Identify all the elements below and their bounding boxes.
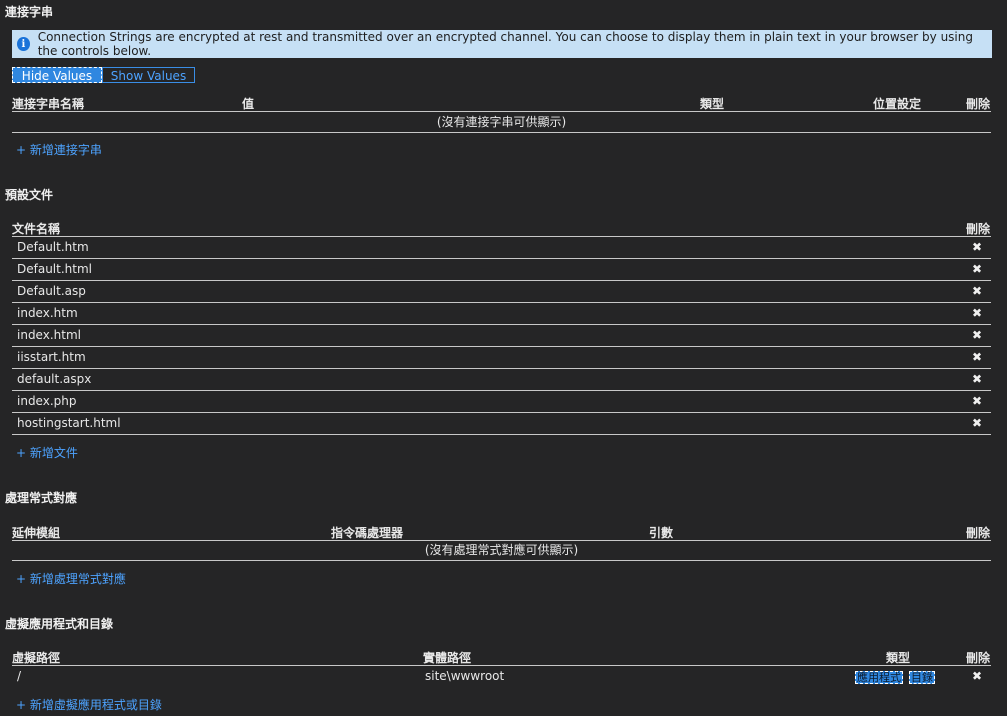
- col-delete: 刪除: [965, 97, 990, 111]
- handler-mappings-empty: (沒有處理常式對應可供顯示): [12, 540, 991, 561]
- table-row: Default.htm ✖: [12, 237, 991, 259]
- delete-icon[interactable]: ✖: [972, 666, 982, 686]
- document-name: iisstart.htm: [17, 350, 86, 364]
- table-row: index.html ✖: [12, 325, 991, 347]
- delete-icon[interactable]: ✖: [972, 281, 982, 302]
- virtual-path-value: /: [17, 669, 22, 683]
- table-row: hostingstart.html ✖: [12, 413, 991, 435]
- document-name: Default.asp: [17, 284, 86, 298]
- connection-strings-header: 連接字串名稱 值 類型 位置設定 刪除: [12, 95, 991, 112]
- table-row: Default.html ✖: [12, 259, 991, 281]
- col-script-processor: 指令碼處理器: [331, 526, 404, 540]
- col-slot-setting: 位置設定: [873, 97, 922, 111]
- document-name: Default.htm: [17, 240, 89, 254]
- default-documents-header: 文件名稱 刪除: [12, 220, 991, 237]
- delete-icon[interactable]: ✖: [972, 347, 982, 368]
- col-type: 類型: [700, 97, 725, 111]
- document-name: hostingstart.html: [17, 416, 121, 430]
- table-row: Default.asp ✖: [12, 281, 991, 303]
- delete-icon[interactable]: ✖: [972, 237, 982, 258]
- connection-strings-empty: (沒有連接字串可供顯示): [12, 112, 991, 133]
- delete-icon[interactable]: ✖: [972, 325, 982, 346]
- document-name: default.aspx: [17, 372, 92, 386]
- virtual-apps-title: 虛擬應用程式和目錄: [5, 617, 114, 631]
- col-delete: 刪除: [965, 222, 990, 236]
- document-name: index.php: [17, 394, 77, 408]
- encryption-info-banner: i Connection Strings are encrypted at re…: [12, 30, 992, 58]
- table-row: index.php ✖: [12, 391, 991, 413]
- document-name: index.html: [17, 328, 81, 342]
- table-row: iisstart.htm ✖: [12, 347, 991, 369]
- document-name: index.htm: [17, 306, 78, 320]
- show-values-button[interactable]: Show Values: [102, 67, 195, 83]
- delete-icon[interactable]: ✖: [972, 303, 982, 324]
- col-arguments: 引數: [649, 526, 674, 540]
- col-document-name: 文件名稱: [12, 222, 61, 236]
- col-delete: 刪除: [965, 651, 990, 665]
- delete-icon[interactable]: ✖: [972, 391, 982, 412]
- col-virtual-path: 虛擬路徑: [12, 651, 61, 665]
- col-type: 類型: [886, 651, 911, 665]
- add-document-link[interactable]: + 新增文件: [16, 444, 78, 461]
- col-delete: 刪除: [965, 526, 990, 540]
- delete-icon[interactable]: ✖: [972, 369, 982, 390]
- add-handler-mapping-link[interactable]: + 新增處理常式對應: [16, 570, 126, 587]
- virtual-apps-header: 虛擬路徑 實體路徑 類型 刪除: [12, 649, 991, 666]
- delete-icon[interactable]: ✖: [972, 259, 982, 280]
- hide-values-button[interactable]: Hide Values: [12, 67, 102, 83]
- add-connection-string-link[interactable]: + 新增連接字串: [16, 141, 102, 158]
- info-icon: i: [17, 37, 30, 51]
- default-documents-title: 預設文件: [5, 188, 54, 202]
- values-toggle: Hide Values Show Values: [12, 67, 195, 83]
- info-text: Connection Strings are encrypted at rest…: [37, 30, 973, 58]
- handler-mappings-title: 處理常式對應: [5, 491, 78, 505]
- col-name: 連接字串名稱: [12, 97, 85, 111]
- connection-strings-title: 連接字串: [5, 5, 54, 19]
- physical-path-value: site\wwwroot: [425, 669, 505, 683]
- type-directory-option[interactable]: 目錄: [909, 671, 935, 684]
- table-row: index.htm ✖: [12, 303, 991, 325]
- delete-icon[interactable]: ✖: [972, 413, 982, 434]
- type-application-option[interactable]: 應用程式: [855, 671, 903, 684]
- col-value: 值: [242, 97, 255, 111]
- handler-mappings-header: 延伸模組 指令碼處理器 引數 刪除: [12, 524, 991, 541]
- table-row: / site\wwwroot 應用程式 目錄 ✖: [12, 666, 991, 686]
- col-extension: 延伸模組: [12, 526, 61, 540]
- add-virtual-app-link[interactable]: + 新增虛擬應用程式或目錄: [16, 696, 162, 713]
- col-physical-path: 實體路徑: [423, 651, 472, 665]
- document-name: Default.html: [17, 262, 92, 276]
- table-row: default.aspx ✖: [12, 369, 991, 391]
